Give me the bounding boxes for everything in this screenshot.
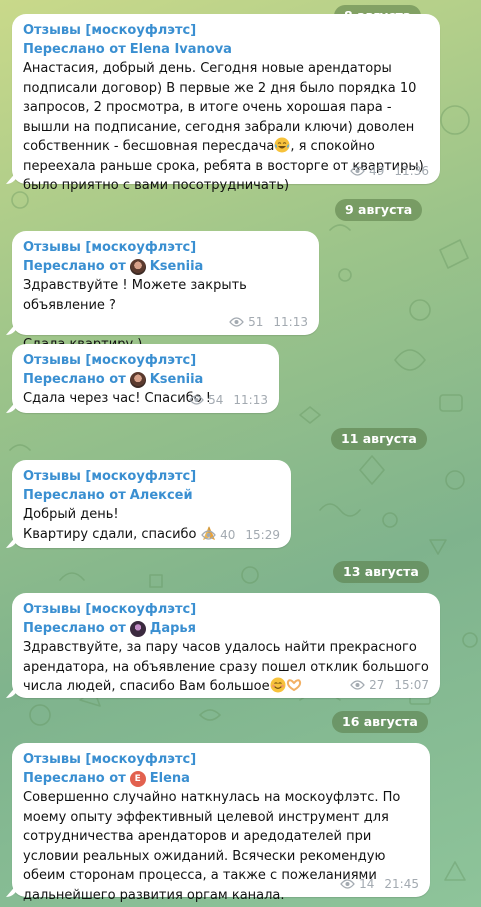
views-count: 54 (208, 393, 224, 407)
views-count: 40 (220, 528, 236, 542)
forwarded-prefix: Переслано от (23, 259, 126, 274)
message-time: 11:13 (233, 393, 268, 407)
message-bubble[interactable]: Отзывы [москоуфлэтс] Переслано от Elena … (12, 14, 440, 193)
forwarded-from-header[interactable]: Переслано от E Elena (23, 769, 419, 788)
channel-name-link[interactable]: Отзывы [москоуфлэтс] (23, 467, 280, 486)
date-separator: 11 августа (331, 428, 427, 450)
channel-name-link[interactable]: Отзывы [москоуфлэтс] (23, 238, 308, 257)
forwarded-sender-name[interactable]: Дарья (150, 619, 196, 638)
laughing-tears-emoji (274, 137, 290, 153)
forwarded-prefix: Переслано от (23, 42, 126, 57)
sender-avatar (129, 371, 146, 388)
views-eye-icon (350, 680, 365, 690)
forwarded-from-header[interactable]: Переслано от Kseniia (23, 257, 308, 276)
forwarded-sender-name[interactable]: Kseniia (150, 370, 204, 389)
forwarded-sender-name[interactable]: Elena Ivanova (130, 40, 232, 59)
channel-name-link[interactable]: Отзывы [москоуфлэтс] (23, 351, 268, 370)
forwarded-from-header[interactable]: Переслано от Дарья (23, 619, 429, 638)
message-meta: 54 11:13 (189, 393, 268, 407)
views-count: 49 (369, 164, 385, 178)
smiling-face-emoji (270, 677, 286, 693)
date-separator: 9 августа (335, 199, 423, 221)
message-time: 11:13 (273, 315, 308, 329)
message-meta: 14 21:45 (340, 877, 419, 891)
forwarded-prefix: Переслано от (23, 372, 126, 387)
forwarded-from-header[interactable]: Переслано от Kseniia (23, 370, 268, 389)
date-separator: 16 августа (332, 711, 428, 733)
message-bubble[interactable]: Отзывы [москоуфлэтс] Переслано от Ksenii… (12, 231, 319, 352)
channel-name-link[interactable]: Отзывы [москоуфлэтс] (23, 21, 429, 40)
views-eye-icon (229, 317, 244, 327)
forwarded-sender-name[interactable]: Kseniia (150, 257, 204, 276)
channel-name-link[interactable]: Отзывы [москоуфлэтс] (23, 600, 429, 619)
message-bubble[interactable]: Отзывы [москоуфлэтс] Переслано от E Elen… (12, 743, 430, 903)
forwarded-prefix: Переслано от (23, 771, 126, 786)
forwarded-sender-name[interactable]: Elena (150, 769, 190, 788)
message-meta: 51 11:13 (229, 315, 308, 329)
message-time: 11:36 (394, 164, 429, 178)
views-eye-icon (189, 395, 204, 405)
views-eye-icon (340, 879, 355, 889)
forwarded-from-header[interactable]: Переслано от Elena Ivanova (23, 40, 429, 59)
sender-avatar (129, 620, 146, 637)
message-text-part: Добрый день! Квартиру сдали, спасибо (23, 507, 197, 542)
views-count: 51 (248, 315, 264, 329)
sender-avatar (129, 258, 146, 275)
views-count: 27 (369, 678, 385, 692)
heart-hands-emoji (286, 679, 301, 692)
date-separator: 13 августа (333, 561, 429, 583)
message-feed[interactable]: 8 августа Отзывы [москоуфлэтс] Переслано… (0, 0, 481, 907)
sender-avatar: E (129, 770, 146, 787)
message-meta: 49 11:36 (350, 164, 429, 178)
message-meta: 27 15:07 (350, 678, 429, 692)
views-eye-icon (201, 530, 216, 540)
views-eye-icon (350, 166, 365, 176)
forwarded-prefix: Переслано от (23, 488, 126, 503)
message-time: 15:29 (245, 528, 280, 542)
message-bubble[interactable]: Отзывы [москоуфлэтс] Переслано от Дарья … (12, 593, 440, 698)
message-meta: 40 15:29 (201, 528, 280, 542)
message-bubble[interactable]: Отзывы [москоуфлэтс] Переслано от Ksenii… (12, 344, 279, 413)
forwarded-prefix: Переслано от (23, 621, 126, 636)
forwarded-sender-name[interactable]: Алексей (130, 486, 193, 505)
message-bubble[interactable]: Отзывы [москоуфлэтс] Переслано от Алексе… (12, 460, 291, 548)
channel-name-link[interactable]: Отзывы [москоуфлэтс] (23, 750, 419, 769)
views-count: 14 (359, 877, 375, 891)
message-time: 15:07 (394, 678, 429, 692)
forwarded-from-header[interactable]: Переслано от Алексей (23, 486, 280, 505)
message-time: 21:45 (384, 877, 419, 891)
